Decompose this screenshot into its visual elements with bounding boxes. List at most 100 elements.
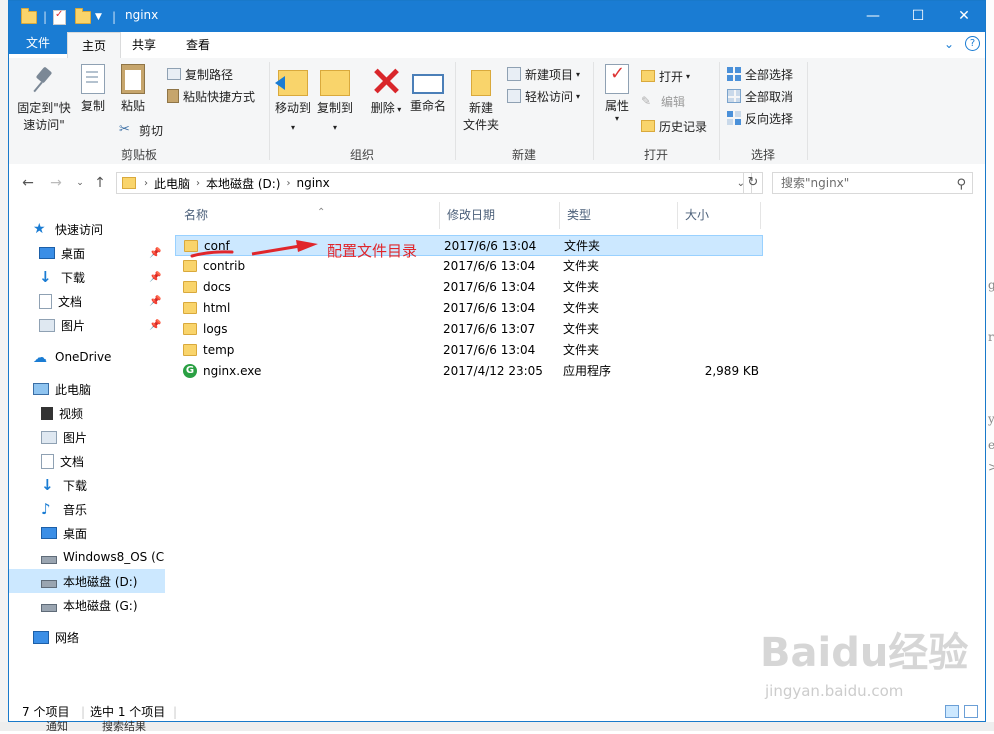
sidebar-item-desktop[interactable]: 桌面 📌 (9, 241, 165, 265)
history-button[interactable]: 历史记录 (641, 117, 707, 135)
column-header-size[interactable]: 大小 (678, 202, 761, 229)
paste-icon (121, 64, 145, 94)
copy-button[interactable]: 复制 (75, 64, 111, 115)
drive-icon (41, 580, 57, 588)
copy-path-label: 复制路径 (185, 67, 234, 82)
file-name: html (203, 301, 231, 315)
sidebar-item-pc-desktop[interactable]: 桌面 (9, 521, 165, 545)
group-label-new: 新建 (511, 148, 536, 162)
breadcrumb-chevron-icon[interactable]: › (144, 178, 148, 189)
file-name: conf (204, 239, 230, 253)
tab-file[interactable]: 文件 (9, 32, 67, 54)
sidebar-item-pc-documents[interactable]: 文档 (9, 449, 165, 473)
search-input[interactable]: 搜索"nginx" ⚲ (772, 172, 973, 194)
file-date: 2017/6/6 13:04 (443, 301, 536, 315)
open-button[interactable]: 打开 ▾ (641, 67, 690, 85)
history-label: 历史记录 (659, 119, 708, 134)
sidebar-item-onedrive[interactable]: ☁ OneDrive (9, 345, 165, 369)
pin-to-quick-access-button[interactable]: 固定到"快 速访问" (13, 64, 75, 134)
rename-button[interactable]: 重命名 (407, 64, 449, 115)
table-row[interactable]: html 2017/6/6 13:04 文件夹 (175, 298, 763, 319)
table-row[interactable]: temp 2017/6/6 13:04 文件夹 (175, 340, 763, 361)
minimize-button[interactable]: — (850, 1, 896, 32)
refresh-icon[interactable]: ↻ (743, 172, 763, 194)
back-arrow-icon[interactable]: ← (19, 174, 37, 192)
sidebar-item-quick-access[interactable]: ★ 快速访问 (9, 217, 165, 241)
select-none-button[interactable]: 全部取消 (727, 87, 793, 105)
new-folder-quick-icon[interactable] (75, 7, 91, 26)
address-bar[interactable]: › 此电脑 › 本地磁盘 (D:) › nginx ⌄ (116, 172, 752, 194)
new-item-button[interactable]: 新建项目 ▾ (507, 65, 580, 83)
sidebar-item-drive-g[interactable]: 本地磁盘 (G:) (9, 593, 165, 617)
breadcrumb-this-pc[interactable]: 此电脑 (154, 175, 190, 192)
ribbon-home: 固定到"快 速访问" 复制 粘贴 复制路径 粘贴快捷方式 ✂ 剪切 剪贴板 移动… (9, 58, 985, 165)
up-arrow-icon[interactable]: ↑ (91, 174, 109, 192)
picture-icon (41, 430, 57, 444)
easy-access-button[interactable]: 轻松访问 ▾ (507, 87, 580, 105)
new-folder-label-line1: 新建 (468, 101, 493, 115)
sidebar-item-downloads[interactable]: ↓ 下载 📌 (9, 265, 165, 289)
search-icon[interactable]: ⚲ (956, 175, 966, 195)
ribbon-collapse-chevron-icon[interactable]: ⌄ (941, 36, 957, 52)
copy-path-icon (167, 68, 181, 80)
details-view-icon[interactable] (945, 705, 959, 718)
sidebar-item-this-pc[interactable]: 此电脑 (9, 377, 165, 401)
sidebar-item-label: 图片 (63, 430, 88, 445)
copy-label: 复制 (80, 99, 105, 113)
folder-icon (183, 260, 197, 272)
sidebar-item-videos[interactable]: 视频 (9, 401, 165, 425)
maximize-button[interactable]: ☐ (895, 1, 941, 32)
delete-button[interactable]: 删除 ▾ (369, 64, 403, 118)
group-label-open: 打开 (643, 148, 668, 162)
table-row[interactable]: contrib 2017/6/6 13:04 文件夹 (175, 256, 763, 277)
copy-path-button[interactable]: 复制路径 (167, 65, 233, 83)
group-separator (807, 62, 808, 160)
close-button[interactable]: ✕ (941, 1, 985, 32)
column-header-type[interactable]: 类型 (560, 202, 678, 229)
table-row[interactable]: logs 2017/6/6 13:07 文件夹 (175, 319, 763, 340)
customize-quick-access-chevron-icon[interactable]: ▼ (95, 8, 102, 26)
column-header-name[interactable]: 名称 ⌃ (177, 202, 440, 229)
breadcrumb-chevron-icon[interactable]: › (286, 178, 290, 189)
sidebar-item-pictures[interactable]: 图片 📌 (9, 313, 165, 337)
properties-icon (605, 64, 629, 94)
invert-selection-button[interactable]: 反向选择 (727, 109, 793, 127)
cut-button[interactable]: ✂ 剪切 (119, 121, 163, 139)
help-icon[interactable]: ? (965, 36, 980, 51)
forward-arrow-icon[interactable]: → (47, 174, 65, 192)
edit-button[interactable]: ✎ 编辑 (641, 92, 685, 110)
sidebar-item-drive-d[interactable]: 本地磁盘 (D:) (9, 569, 165, 593)
bottom-strip-text: 搜索结果 (102, 720, 146, 733)
breadcrumb-nginx[interactable]: nginx (296, 176, 329, 190)
table-row[interactable]: conf 2017/6/6 13:04 文件夹 (175, 235, 763, 256)
folder-icon (183, 302, 197, 314)
paste-button[interactable]: 粘贴 (115, 64, 151, 115)
new-folder-button[interactable]: 新建 文件夹 (459, 64, 503, 134)
recent-locations-chevron-icon[interactable]: ⌄ (71, 174, 89, 192)
pinned-icon: 📌 (149, 319, 162, 331)
large-icons-view-icon[interactable] (964, 705, 978, 718)
sidebar-item-pc-downloads[interactable]: ↓ 下载 (9, 473, 165, 497)
properties-quick-icon[interactable] (53, 8, 66, 26)
music-note-icon: ♪ (41, 500, 51, 518)
column-header-date[interactable]: 修改日期 (440, 202, 560, 229)
breadcrumb-chevron-icon[interactable]: › (196, 178, 200, 189)
breadcrumb-drive-d[interactable]: 本地磁盘 (D:) (206, 175, 280, 192)
tab-home[interactable]: 主页 (67, 32, 121, 58)
table-row[interactable]: docs 2017/6/6 13:04 文件夹 (175, 277, 763, 298)
sidebar-item-network[interactable]: 网络 (9, 625, 165, 649)
sidebar-item-pc-pictures[interactable]: 图片 (9, 425, 165, 449)
properties-button[interactable]: 属性 ▾ (599, 64, 635, 123)
select-all-button[interactable]: 全部选择 (727, 65, 793, 83)
tab-view[interactable]: 查看 (175, 32, 221, 58)
status-separator: | (173, 705, 178, 719)
sidebar-item-drive-c[interactable]: Windows8_OS (C: (9, 545, 165, 569)
tab-share[interactable]: 共享 (121, 32, 167, 58)
invert-selection-label: 反向选择 (745, 111, 794, 126)
paste-shortcut-button[interactable]: 粘贴快捷方式 (167, 87, 255, 105)
copy-to-button[interactable]: 复制到 ▾ (315, 64, 355, 136)
sidebar-item-music[interactable]: ♪ 音乐 (9, 497, 165, 521)
move-to-button[interactable]: 移动到 ▾ (273, 64, 313, 136)
table-row[interactable]: G nginx.exe 2017/4/12 23:05 应用程序 2,989 K… (175, 361, 763, 382)
sidebar-item-documents[interactable]: 文档 📌 (9, 289, 165, 313)
